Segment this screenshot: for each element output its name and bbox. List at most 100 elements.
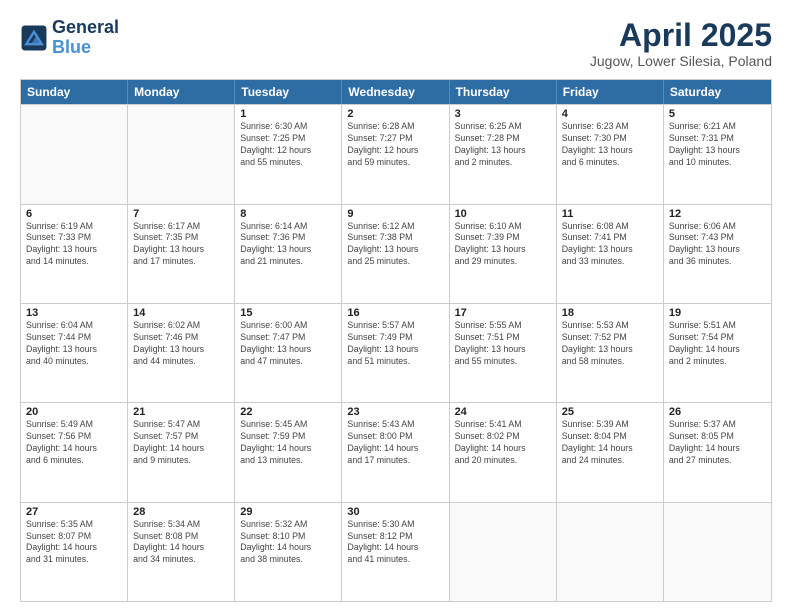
empty-cell-0-0 <box>21 105 128 203</box>
day-cell-30: 30Sunrise: 5:30 AM Sunset: 8:12 PM Dayli… <box>342 503 449 601</box>
location-subtitle: Jugow, Lower Silesia, Poland <box>590 53 772 69</box>
weekday-header-tuesday: Tuesday <box>235 80 342 104</box>
day-info: Sunrise: 5:47 AM Sunset: 7:57 PM Dayligh… <box>133 419 229 467</box>
day-info: Sunrise: 6:30 AM Sunset: 7:25 PM Dayligh… <box>240 121 336 169</box>
day-info: Sunrise: 5:34 AM Sunset: 8:08 PM Dayligh… <box>133 519 229 567</box>
logo-icon <box>20 24 48 52</box>
weekday-header-thursday: Thursday <box>450 80 557 104</box>
day-cell-20: 20Sunrise: 5:49 AM Sunset: 7:56 PM Dayli… <box>21 403 128 501</box>
day-number: 24 <box>455 406 551 418</box>
day-number: 7 <box>133 208 229 220</box>
day-cell-4: 4Sunrise: 6:23 AM Sunset: 7:30 PM Daylig… <box>557 105 664 203</box>
day-info: Sunrise: 5:45 AM Sunset: 7:59 PM Dayligh… <box>240 419 336 467</box>
day-info: Sunrise: 5:51 AM Sunset: 7:54 PM Dayligh… <box>669 320 766 368</box>
day-number: 1 <box>240 108 336 120</box>
day-cell-21: 21Sunrise: 5:47 AM Sunset: 7:57 PM Dayli… <box>128 403 235 501</box>
day-cell-19: 19Sunrise: 5:51 AM Sunset: 7:54 PM Dayli… <box>664 304 771 402</box>
day-cell-27: 27Sunrise: 5:35 AM Sunset: 8:07 PM Dayli… <box>21 503 128 601</box>
day-info: Sunrise: 5:41 AM Sunset: 8:02 PM Dayligh… <box>455 419 551 467</box>
day-cell-16: 16Sunrise: 5:57 AM Sunset: 7:49 PM Dayli… <box>342 304 449 402</box>
title-section: April 2025 Jugow, Lower Silesia, Poland <box>590 18 772 69</box>
day-info: Sunrise: 6:25 AM Sunset: 7:28 PM Dayligh… <box>455 121 551 169</box>
day-number: 23 <box>347 406 443 418</box>
day-number: 9 <box>347 208 443 220</box>
calendar: SundayMondayTuesdayWednesdayThursdayFrid… <box>20 79 772 602</box>
day-cell-29: 29Sunrise: 5:32 AM Sunset: 8:10 PM Dayli… <box>235 503 342 601</box>
day-info: Sunrise: 5:37 AM Sunset: 8:05 PM Dayligh… <box>669 419 766 467</box>
day-info: Sunrise: 5:53 AM Sunset: 7:52 PM Dayligh… <box>562 320 658 368</box>
day-info: Sunrise: 6:02 AM Sunset: 7:46 PM Dayligh… <box>133 320 229 368</box>
empty-cell-0-1 <box>128 105 235 203</box>
calendar-row-0: 1Sunrise: 6:30 AM Sunset: 7:25 PM Daylig… <box>21 104 771 203</box>
day-number: 28 <box>133 506 229 518</box>
day-info: Sunrise: 5:55 AM Sunset: 7:51 PM Dayligh… <box>455 320 551 368</box>
day-cell-11: 11Sunrise: 6:08 AM Sunset: 7:41 PM Dayli… <box>557 205 664 303</box>
day-info: Sunrise: 6:08 AM Sunset: 7:41 PM Dayligh… <box>562 221 658 269</box>
day-info: Sunrise: 6:12 AM Sunset: 7:38 PM Dayligh… <box>347 221 443 269</box>
calendar-row-4: 27Sunrise: 5:35 AM Sunset: 8:07 PM Dayli… <box>21 502 771 601</box>
day-cell-18: 18Sunrise: 5:53 AM Sunset: 7:52 PM Dayli… <box>557 304 664 402</box>
day-cell-15: 15Sunrise: 6:00 AM Sunset: 7:47 PM Dayli… <box>235 304 342 402</box>
day-info: Sunrise: 6:10 AM Sunset: 7:39 PM Dayligh… <box>455 221 551 269</box>
day-info: Sunrise: 6:23 AM Sunset: 7:30 PM Dayligh… <box>562 121 658 169</box>
day-info: Sunrise: 6:06 AM Sunset: 7:43 PM Dayligh… <box>669 221 766 269</box>
day-cell-13: 13Sunrise: 6:04 AM Sunset: 7:44 PM Dayli… <box>21 304 128 402</box>
logo-text: GeneralBlue <box>52 18 119 58</box>
day-number: 30 <box>347 506 443 518</box>
calendar-body: 1Sunrise: 6:30 AM Sunset: 7:25 PM Daylig… <box>21 104 771 601</box>
weekday-header-saturday: Saturday <box>664 80 771 104</box>
day-number: 18 <box>562 307 658 319</box>
logo: GeneralBlue <box>20 18 119 58</box>
day-info: Sunrise: 6:21 AM Sunset: 7:31 PM Dayligh… <box>669 121 766 169</box>
day-number: 8 <box>240 208 336 220</box>
day-info: Sunrise: 5:43 AM Sunset: 8:00 PM Dayligh… <box>347 419 443 467</box>
day-cell-23: 23Sunrise: 5:43 AM Sunset: 8:00 PM Dayli… <box>342 403 449 501</box>
day-number: 6 <box>26 208 122 220</box>
day-number: 4 <box>562 108 658 120</box>
empty-cell-4-6 <box>664 503 771 601</box>
month-year-title: April 2025 <box>590 18 772 53</box>
day-number: 20 <box>26 406 122 418</box>
day-info: Sunrise: 6:14 AM Sunset: 7:36 PM Dayligh… <box>240 221 336 269</box>
weekday-header-sunday: Sunday <box>21 80 128 104</box>
day-number: 10 <box>455 208 551 220</box>
day-number: 17 <box>455 307 551 319</box>
day-cell-1: 1Sunrise: 6:30 AM Sunset: 7:25 PM Daylig… <box>235 105 342 203</box>
calendar-row-1: 6Sunrise: 6:19 AM Sunset: 7:33 PM Daylig… <box>21 204 771 303</box>
day-cell-5: 5Sunrise: 6:21 AM Sunset: 7:31 PM Daylig… <box>664 105 771 203</box>
empty-cell-4-5 <box>557 503 664 601</box>
calendar-header: SundayMondayTuesdayWednesdayThursdayFrid… <box>21 80 771 104</box>
day-number: 2 <box>347 108 443 120</box>
day-number: 27 <box>26 506 122 518</box>
day-info: Sunrise: 6:17 AM Sunset: 7:35 PM Dayligh… <box>133 221 229 269</box>
day-cell-14: 14Sunrise: 6:02 AM Sunset: 7:46 PM Dayli… <box>128 304 235 402</box>
day-number: 11 <box>562 208 658 220</box>
day-number: 5 <box>669 108 766 120</box>
empty-cell-4-4 <box>450 503 557 601</box>
day-info: Sunrise: 5:57 AM Sunset: 7:49 PM Dayligh… <box>347 320 443 368</box>
day-cell-6: 6Sunrise: 6:19 AM Sunset: 7:33 PM Daylig… <box>21 205 128 303</box>
day-number: 21 <box>133 406 229 418</box>
calendar-row-3: 20Sunrise: 5:49 AM Sunset: 7:56 PM Dayli… <box>21 402 771 501</box>
day-cell-25: 25Sunrise: 5:39 AM Sunset: 8:04 PM Dayli… <box>557 403 664 501</box>
day-cell-28: 28Sunrise: 5:34 AM Sunset: 8:08 PM Dayli… <box>128 503 235 601</box>
day-cell-3: 3Sunrise: 6:25 AM Sunset: 7:28 PM Daylig… <box>450 105 557 203</box>
day-cell-10: 10Sunrise: 6:10 AM Sunset: 7:39 PM Dayli… <box>450 205 557 303</box>
calendar-row-2: 13Sunrise: 6:04 AM Sunset: 7:44 PM Dayli… <box>21 303 771 402</box>
day-number: 14 <box>133 307 229 319</box>
day-cell-24: 24Sunrise: 5:41 AM Sunset: 8:02 PM Dayli… <box>450 403 557 501</box>
day-number: 22 <box>240 406 336 418</box>
day-cell-9: 9Sunrise: 6:12 AM Sunset: 7:38 PM Daylig… <box>342 205 449 303</box>
day-number: 3 <box>455 108 551 120</box>
day-cell-17: 17Sunrise: 5:55 AM Sunset: 7:51 PM Dayli… <box>450 304 557 402</box>
day-info: Sunrise: 6:19 AM Sunset: 7:33 PM Dayligh… <box>26 221 122 269</box>
day-number: 29 <box>240 506 336 518</box>
day-number: 13 <box>26 307 122 319</box>
day-number: 12 <box>669 208 766 220</box>
day-info: Sunrise: 6:00 AM Sunset: 7:47 PM Dayligh… <box>240 320 336 368</box>
day-info: Sunrise: 5:49 AM Sunset: 7:56 PM Dayligh… <box>26 419 122 467</box>
weekday-header-monday: Monday <box>128 80 235 104</box>
day-cell-2: 2Sunrise: 6:28 AM Sunset: 7:27 PM Daylig… <box>342 105 449 203</box>
header: GeneralBlue April 2025 Jugow, Lower Sile… <box>20 18 772 69</box>
day-number: 25 <box>562 406 658 418</box>
